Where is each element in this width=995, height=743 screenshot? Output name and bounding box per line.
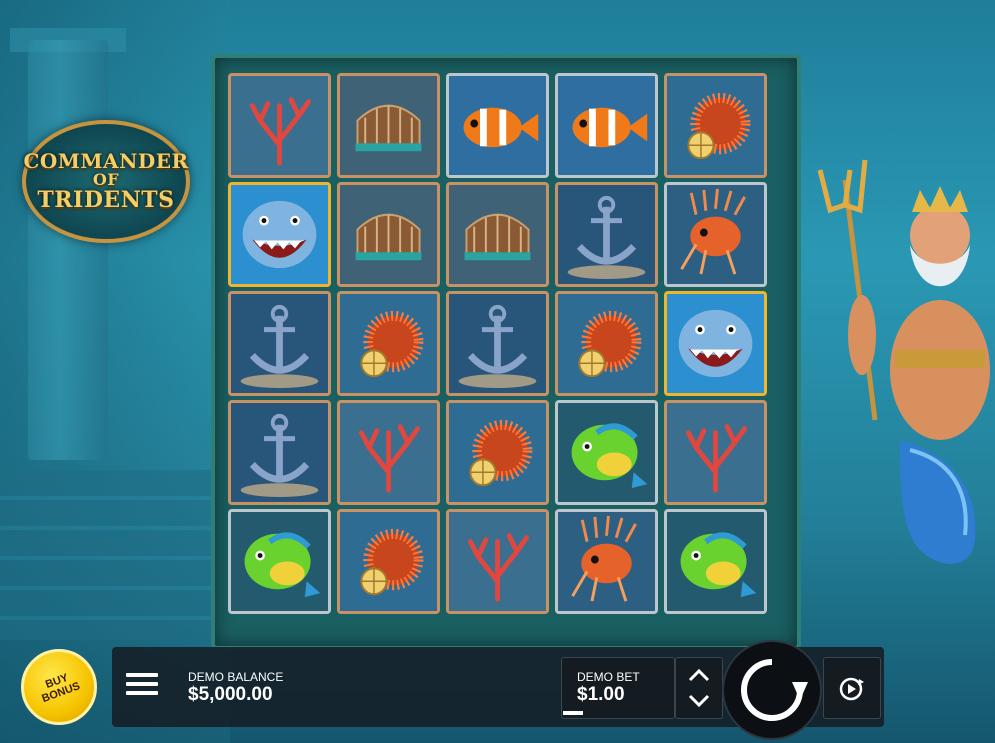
lobster-trap-icon [340,185,437,284]
bet-decrease-chevron-down-icon[interactable] [676,688,722,718]
anchor-icon [231,294,328,393]
balance-label: DEMO BALANCE [188,670,284,684]
mahi-fish-icon [558,403,655,502]
coral-icon [667,403,764,502]
reel-cell-lobster-trap [337,73,440,178]
mahi-fish-icon [667,512,764,611]
anchor-icon [449,294,546,393]
reel-cell-lobster-trap [337,182,440,287]
coral-icon [449,512,546,611]
reel-cell-anchor [555,182,658,287]
clownfish-icon [449,76,546,175]
sea-urchin-icon [558,294,655,393]
background-pillar [28,40,108,460]
spin-button[interactable] [722,640,822,740]
sea-urchin-icon [449,403,546,502]
hamburger-menu-icon[interactable] [126,673,158,699]
sea-urchin-icon [340,512,437,611]
reel-cell-lionfish [555,509,658,614]
reel-cell-sea-urchin [664,73,767,178]
reel-cell-lionfish [664,182,767,287]
logo-line-1: COMMANDER [23,149,189,174]
logo-line-3: TRIDENTS [37,186,175,213]
game-logo: COMMANDER OF TRIDENTS [22,120,190,243]
reel-cell-mahi-fish [555,400,658,505]
lionfish-icon [558,512,655,611]
reel-cell-anchor [228,291,331,396]
lobster-trap-icon [340,76,437,175]
coral-icon [340,403,437,502]
bet-label: DEMO BET [577,670,640,684]
autoplay-icon [839,677,864,701]
autoplay-button[interactable] [823,657,881,719]
spin-arrow-icon [741,659,808,721]
shark-wild-icon [231,185,328,284]
background-steps [0,470,220,640]
buy-bonus-button[interactable]: BUY BONUS [21,649,97,725]
anchor-icon [231,403,328,502]
balance-value: $5,000.00 [188,684,273,705]
bet-increase-chevron-up-icon[interactable] [676,658,722,688]
reel-cell-anchor [446,291,549,396]
sea-urchin-icon [340,294,437,393]
reel-cell-coral [446,509,549,614]
reel-cell-mahi-fish [228,509,331,614]
reel-cell-shark-wild [664,291,767,396]
coral-icon [231,76,328,175]
bet-adjust-control [675,657,723,719]
reel-cell-sea-urchin [555,291,658,396]
clownfish-icon [558,76,655,175]
neptune-character [817,159,990,564]
reel-cell-coral [337,400,440,505]
bet-value: $1.00 [577,684,625,705]
reel-cell-mahi-fish [664,509,767,614]
reel-cell-lobster-trap [446,182,549,287]
reel-cell-sea-urchin [446,400,549,505]
reel-cell-sea-urchin [337,509,440,614]
reel-cell-coral [664,400,767,505]
reel-cell-sea-urchin [337,291,440,396]
reel-cell-clownfish [555,73,658,178]
reel-cell-anchor [228,400,331,505]
reel-cell-coral [228,73,331,178]
buy-bonus-label: BUY BONUS [40,671,82,706]
lionfish-icon [667,185,764,284]
lobster-trap-icon [449,185,546,284]
anchor-icon [558,185,655,284]
reel-cell-clownfish [446,73,549,178]
sea-urchin-icon [667,76,764,175]
bet-level-indicator [563,711,583,715]
mahi-fish-icon [231,512,328,611]
reel-cell-shark-wild [228,182,331,287]
shark-wild-icon [667,294,764,393]
